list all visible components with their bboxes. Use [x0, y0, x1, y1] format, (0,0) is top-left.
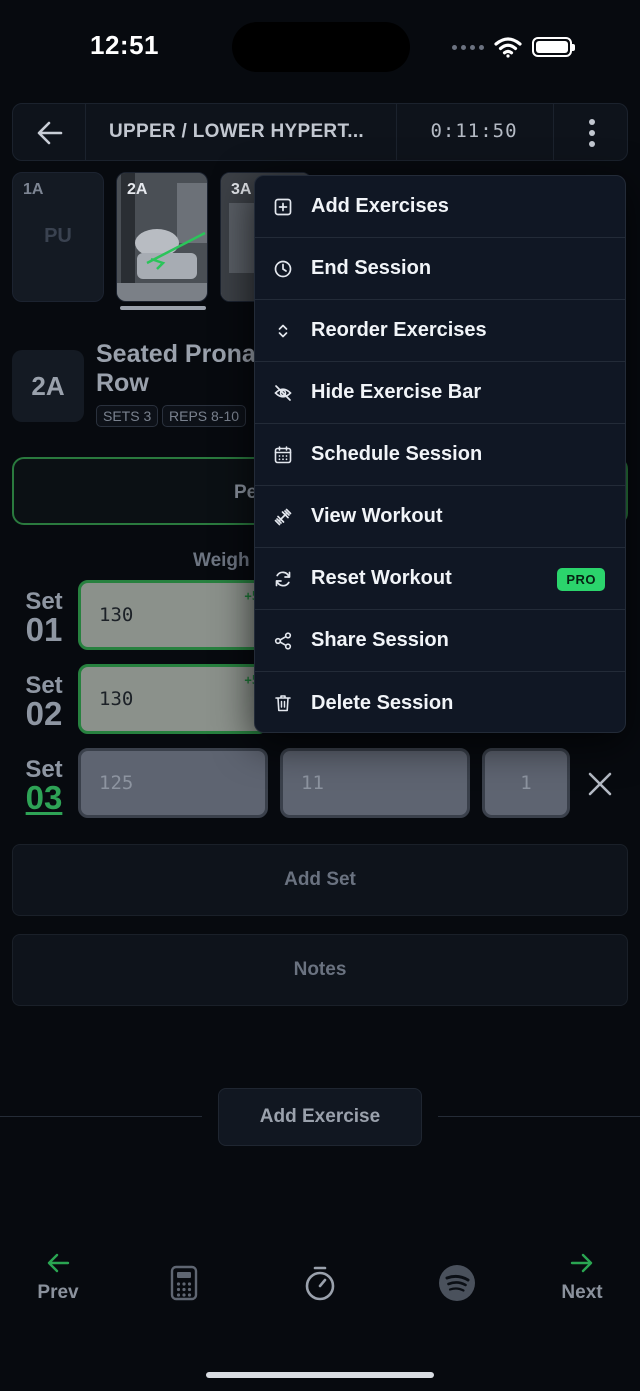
exercise-thumb-label: 3A — [231, 181, 252, 198]
arrow-left-icon — [47, 1253, 70, 1273]
calendar-icon — [274, 445, 292, 463]
menu-item-label: View Workout — [311, 505, 443, 527]
menu-item-label: Delete Session — [311, 691, 454, 714]
plus-square-icon — [274, 198, 292, 215]
add-exercise-button[interactable]: Add Exercise — [218, 1088, 422, 1146]
set-label: Set 02 — [14, 674, 74, 732]
set-number: 03 — [25, 779, 63, 816]
trash-icon — [275, 695, 291, 712]
reps-chip: REPS 8-10 — [162, 405, 247, 427]
header-divider — [396, 104, 397, 160]
reps-value: 11 — [301, 772, 324, 794]
exercise-thumb-label: 2A — [127, 181, 148, 198]
menu-item-add-exercises[interactable]: Add Exercises — [255, 176, 625, 238]
rest-timer-button[interactable] — [302, 1264, 338, 1307]
menu-item-reset-workout[interactable]: Reset Workout PRO — [255, 548, 625, 610]
exercise-thumb-label: 1A — [23, 181, 44, 198]
menu-item-end-session[interactable]: End Session — [255, 238, 625, 300]
set-number: 02 — [25, 695, 63, 732]
back-arrow-icon[interactable] — [35, 118, 65, 148]
dynamic-island — [232, 22, 410, 72]
menu-item-label: Schedule Session — [311, 443, 483, 465]
remove-set-icon[interactable] — [584, 768, 616, 800]
menu-item-label: Add Exercises — [311, 195, 449, 217]
calculator-icon — [170, 1265, 198, 1301]
weight-field[interactable]: 130 +5 — [78, 580, 268, 650]
menu-item-view-workout[interactable]: View Workout — [255, 486, 625, 548]
home-indicator — [206, 1372, 434, 1378]
exercise-thumb-2a[interactable]: 2A — [116, 172, 208, 302]
arrow-right-icon — [570, 1253, 593, 1273]
menu-item-label: Reorder Exercises — [311, 319, 487, 341]
set-label: Set 03 — [14, 758, 74, 816]
exercise-thumb-abbr: PU — [44, 225, 72, 247]
weight-value: 125 — [99, 772, 134, 794]
refresh-icon — [275, 571, 291, 586]
stopwatch-icon — [305, 1266, 335, 1301]
exercise-badge: 2A — [12, 350, 84, 422]
session-options-menu: Add Exercises End Session Reorder Exerci… — [254, 175, 626, 733]
rir-field[interactable]: 1 — [482, 748, 570, 818]
cellular-signal-icon — [452, 44, 484, 50]
menu-item-label: Share Session — [311, 629, 449, 651]
status-time: 12:51 — [90, 30, 159, 60]
weight-field[interactable]: 125 — [78, 748, 268, 818]
menu-item-label: Hide Exercise Bar — [311, 381, 482, 403]
battery-icon — [532, 37, 575, 57]
divider — [0, 1116, 202, 1117]
prev-label: Prev — [37, 1282, 79, 1303]
add-set-button[interactable]: Add Set — [12, 844, 628, 916]
more-options-icon[interactable] — [579, 116, 605, 150]
weight-value: 130 — [99, 604, 134, 626]
clock-icon — [274, 260, 292, 277]
notes-button[interactable]: Notes — [12, 934, 628, 1006]
next-label: Next — [561, 1282, 603, 1303]
next-button[interactable]: Next — [532, 1248, 632, 1304]
exercise-name-line: Row — [96, 369, 149, 397]
workout-title[interactable]: UPPER / LOWER HYPERT... — [109, 121, 389, 143]
eye-off-icon — [274, 384, 292, 401]
header-divider — [553, 104, 554, 160]
exercise-name[interactable]: Seated Prona Row — [96, 340, 266, 398]
exercise-name-line: Seated Prona — [96, 340, 256, 368]
spotify-icon — [439, 1265, 475, 1301]
header-divider — [85, 104, 86, 160]
menu-item-delete-session[interactable]: Delete Session — [255, 672, 625, 732]
menu-item-hide-exercise-bar[interactable]: Hide Exercise Bar — [255, 362, 625, 424]
menu-item-label: Reset Workout — [311, 567, 452, 589]
dumbbell-icon — [274, 508, 292, 525]
active-exercise-indicator — [120, 306, 206, 310]
wifi-icon — [494, 37, 522, 58]
menu-item-reorder-exercises[interactable]: Reorder Exercises — [255, 300, 625, 362]
spotify-button[interactable] — [438, 1264, 476, 1307]
status-icons — [452, 34, 584, 60]
calculator-button[interactable] — [166, 1264, 202, 1307]
set-number: 01 — [25, 611, 63, 648]
prev-button[interactable]: Prev — [8, 1248, 108, 1304]
share-icon — [274, 631, 292, 650]
weight-field[interactable]: 130 +5 — [78, 664, 268, 734]
sets-chip: SETS 3 — [96, 405, 159, 427]
menu-item-share-session[interactable]: Share Session — [255, 610, 625, 672]
reorder-chevrons-icon — [278, 324, 288, 337]
session-header: UPPER / LOWER HYPERT... 0:11:50 — [12, 103, 628, 161]
set-label: Set 01 — [14, 590, 74, 648]
divider — [438, 1116, 640, 1117]
session-timer[interactable]: 0:11:50 — [409, 120, 539, 142]
exercise-thumb-1a[interactable]: 1A PU — [12, 172, 104, 302]
weight-column-header: Weigh — [193, 550, 250, 571]
weight-value: 130 — [99, 688, 134, 710]
menu-item-schedule-session[interactable]: Schedule Session — [255, 424, 625, 486]
reps-field[interactable]: 11 — [280, 748, 470, 818]
rir-value: 1 — [520, 772, 532, 794]
pro-badge: PRO — [557, 568, 605, 591]
menu-item-label: End Session — [311, 257, 432, 279]
